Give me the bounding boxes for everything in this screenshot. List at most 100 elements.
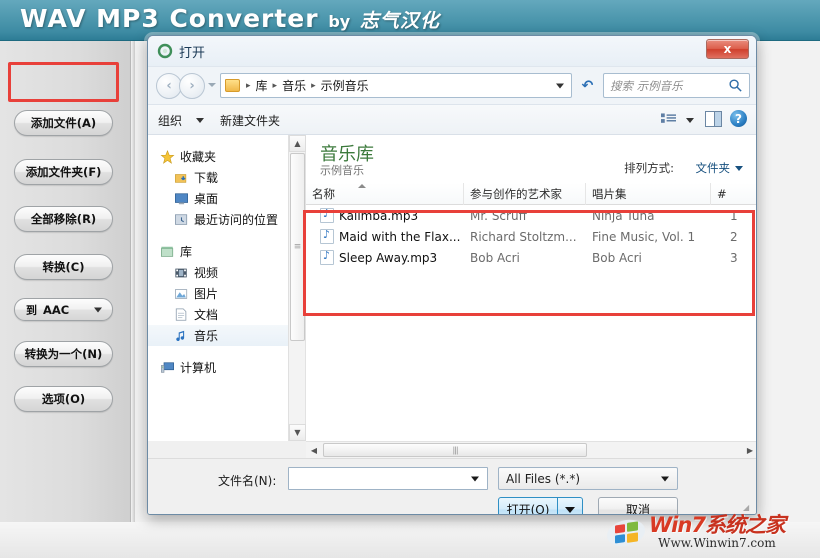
- arrange-by-value[interactable]: 文件夹: [696, 160, 731, 176]
- column-header-row: 名称 参与创作的艺术家 唱片集 #: [306, 183, 756, 205]
- pictures-icon: [175, 288, 188, 299]
- column-label: 参与创作的艺术家: [470, 187, 562, 201]
- breadcrumb-separator-0: ▸: [246, 80, 251, 91]
- recent-places-icon: [175, 213, 188, 225]
- forward-button[interactable]: ›: [179, 73, 205, 99]
- open-dropdown-button[interactable]: [558, 497, 583, 514]
- add-folder-button[interactable]: 添加文件夹(F): [14, 159, 113, 185]
- chevron-right-icon: ›: [189, 78, 195, 94]
- options-button[interactable]: 选项(O): [14, 386, 113, 412]
- convert-to-one-button[interactable]: 转换为一个(N): [14, 341, 113, 367]
- scroll-right-icon[interactable]: ▶: [742, 442, 756, 458]
- close-icon[interactable]: x: [706, 39, 749, 59]
- app-window: WAV MP3 Converter by 志气汉化 添加文件(A) 添加文件夹(…: [0, 0, 820, 558]
- navigation-pane[interactable]: 收藏夹 下载 桌面 最近访问的位置 库 视频 图片 文档 音乐 计算机: [148, 135, 306, 441]
- file-rows: Kalimba.mp3 Mr. Scruff Ninja Tuna 1 Maid…: [306, 205, 756, 268]
- convert-button[interactable]: 转换(C): [14, 254, 113, 280]
- watermark: Win7系统之家 Www.Winwin7.com: [606, 510, 812, 554]
- change-view-icon[interactable]: [661, 113, 676, 127]
- table-row[interactable]: Kalimba.mp3 Mr. Scruff Ninja Tuna 1: [306, 205, 756, 226]
- scrollbar-thumb[interactable]: [323, 443, 587, 457]
- nav-item-videos[interactable]: 视频: [148, 262, 305, 283]
- add-file-button[interactable]: 添加文件(A): [14, 110, 113, 136]
- desktop-icon: [175, 192, 188, 204]
- chevron-down-icon: [661, 476, 669, 481]
- nav-item-recent-places[interactable]: 最近访问的位置: [148, 209, 305, 230]
- search-input[interactable]: 搜索 示例音乐: [603, 73, 750, 98]
- table-row[interactable]: Sleep Away.mp3 Bob Acri Bob Acri 3: [306, 247, 756, 268]
- app-title: WAV MP3 Converter by 志气汉化: [20, 4, 440, 33]
- remove-all-button[interactable]: 全部移除(R): [14, 206, 113, 232]
- file-list-pane[interactable]: 音乐库 示例音乐 排列方式: 文件夹 名称 参与创作的艺术家 唱片集 # ♪ K…: [306, 135, 756, 441]
- breadcrumb[interactable]: ▸ 库 ▸ 音乐 ▸ 示例音乐: [220, 73, 572, 98]
- nav-item-pictures[interactable]: 图片: [148, 283, 305, 304]
- scrollbar-thumb[interactable]: [290, 153, 305, 341]
- column-header-album[interactable]: 唱片集: [586, 183, 711, 205]
- nav-item-desktop[interactable]: 桌面: [148, 188, 305, 209]
- computer-icon: [161, 361, 174, 373]
- music-file-icon: [320, 249, 334, 265]
- column-header-artist[interactable]: 参与创作的艺术家: [464, 183, 586, 205]
- dialog-titlebar: 打开 x: [148, 36, 756, 67]
- command-bar: 组织 新建文件夹 ?: [148, 105, 756, 135]
- watermark-text: Win7系统之家 Www.Winwin7.com: [649, 512, 786, 550]
- nav-label: 文档: [194, 308, 219, 322]
- preview-pane-icon[interactable]: [705, 111, 722, 127]
- chevron-down-icon[interactable]: [686, 118, 694, 123]
- recent-locations-chevron-icon[interactable]: [208, 83, 216, 87]
- new-folder-button[interactable]: 新建文件夹: [220, 112, 280, 129]
- watermark-win: Win: [649, 512, 692, 537]
- file-name-cell: Sleep Away.mp3: [320, 247, 470, 268]
- chevron-down-icon: [94, 307, 102, 312]
- file-name: Maid with the Flax...: [339, 229, 461, 244]
- nav-label: 下载: [194, 171, 219, 185]
- file-type-value: All Files (*.*): [506, 471, 581, 486]
- sort-ascending-icon: [358, 184, 366, 188]
- navigation-pane-scrollbar[interactable]: ▲ ▼: [288, 135, 306, 441]
- dialog-footer: 文件名(N): All Files (*.*) 打开(O) 取消 ◢: [148, 458, 756, 514]
- help-icon[interactable]: ?: [730, 110, 747, 127]
- breadcrumb-item-music[interactable]: 音乐: [280, 77, 308, 94]
- column-header-name[interactable]: 名称: [306, 183, 464, 205]
- chevron-down-icon[interactable]: [471, 476, 479, 481]
- nav-item-documents[interactable]: 文档: [148, 304, 305, 325]
- output-format-select[interactable]: 到 AAC: [14, 298, 113, 321]
- table-row[interactable]: Maid with the Flax... Richard Stoltzm...…: [306, 226, 756, 247]
- column-header-track-number[interactable]: #: [711, 183, 756, 205]
- scroll-up-icon[interactable]: ▲: [289, 135, 306, 152]
- chevron-down-icon[interactable]: [196, 118, 204, 123]
- breadcrumb-item-sample-music[interactable]: 示例音乐: [319, 77, 371, 94]
- file-name: Sleep Away.mp3: [339, 250, 438, 265]
- nav-item-music[interactable]: 音乐: [148, 325, 305, 346]
- chevron-down-icon[interactable]: [735, 166, 743, 171]
- filename-input[interactable]: [288, 467, 488, 490]
- file-album-cell: Fine Music, Vol. 1: [592, 229, 696, 244]
- nav-item-downloads[interactable]: 下载: [148, 167, 305, 188]
- file-name-cell: Maid with the Flax...: [320, 226, 470, 247]
- scroll-down-icon[interactable]: ▼: [289, 424, 306, 441]
- folder-icon: [225, 79, 240, 92]
- nav-label: 图片: [194, 287, 219, 301]
- file-artist-cell: Mr. Scruff: [470, 208, 527, 223]
- file-type-select[interactable]: All Files (*.*): [498, 467, 678, 490]
- breadcrumb-item-library[interactable]: 库: [254, 77, 270, 94]
- file-list-horizontal-scrollbar[interactable]: ◀ ▶: [306, 441, 756, 458]
- chevron-down-icon[interactable]: [556, 83, 564, 88]
- watermark-seven: 7: [691, 512, 706, 537]
- file-track-cell: 1: [730, 208, 738, 223]
- scroll-left-icon[interactable]: ◀: [306, 442, 322, 458]
- open-button[interactable]: 打开(O): [498, 497, 558, 514]
- app-title-translator: 志气汉化: [359, 10, 440, 32]
- nav-item-favorites[interactable]: 收藏夹: [148, 146, 305, 167]
- nav-item-libraries[interactable]: 库: [148, 241, 305, 262]
- nav-item-computer[interactable]: 计算机: [148, 357, 305, 378]
- dialog-title: 打开: [179, 46, 206, 61]
- search-icon[interactable]: [728, 78, 743, 93]
- refresh-icon[interactable]: ↶: [578, 76, 597, 95]
- search-placeholder: 搜索 示例音乐: [610, 78, 683, 93]
- organize-button[interactable]: 组织: [158, 112, 182, 129]
- chevron-left-icon: ‹: [166, 78, 172, 94]
